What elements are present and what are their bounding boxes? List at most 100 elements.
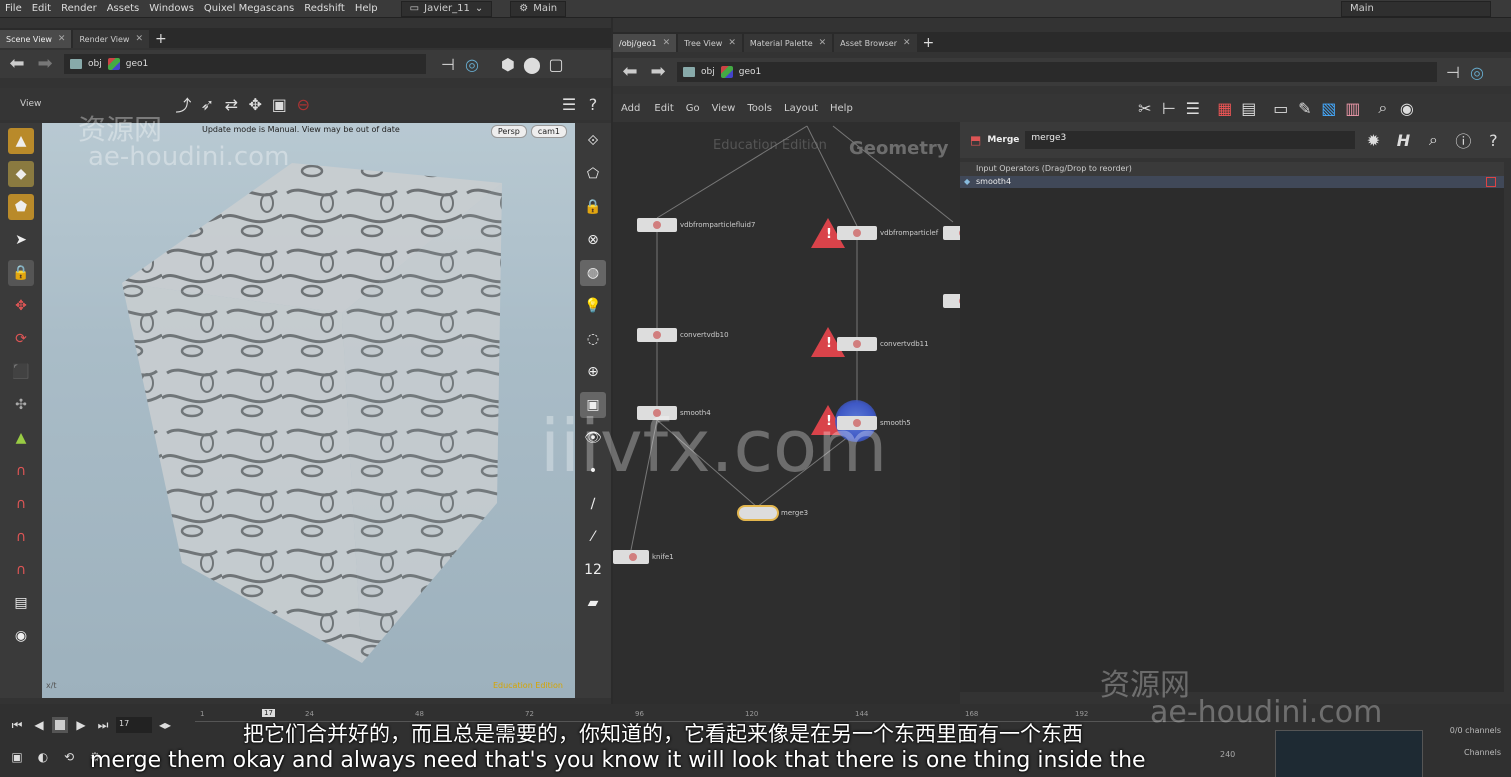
3d-viewport[interactable]: Update mode is Manual. View may be out o… bbox=[42, 123, 575, 698]
close-icon[interactable]: ✕ bbox=[728, 38, 736, 48]
grid-icon[interactable]: ⟐ bbox=[580, 128, 606, 154]
current-frame-marker[interactable]: 17 bbox=[262, 709, 275, 717]
wrench-icon[interactable]: ✂ bbox=[1133, 96, 1157, 120]
path-obj[interactable]: obj bbox=[88, 59, 102, 69]
step-back-icon[interactable]: ◀ bbox=[30, 716, 48, 734]
menu-help[interactable]: Help bbox=[350, 3, 383, 14]
net-menu-tools[interactable]: Tools bbox=[741, 103, 778, 114]
magnet-icon[interactable]: ∩ bbox=[8, 524, 34, 550]
pin-icon[interactable]: ⊣ bbox=[436, 52, 460, 76]
modify-tool-icon[interactable]: ◆ bbox=[8, 161, 34, 187]
right-path-field[interactable]: obj geo1 bbox=[677, 62, 1437, 82]
node-vdbfromparticlef[interactable] bbox=[837, 226, 877, 240]
move-tool-icon[interactable]: ✥ bbox=[8, 293, 34, 319]
list-icon[interactable]: ☰ bbox=[1181, 96, 1205, 120]
magnet-icon[interactable]: ∩ bbox=[8, 557, 34, 583]
path-obj[interactable]: obj bbox=[701, 67, 715, 77]
node-merge3[interactable] bbox=[737, 505, 779, 521]
close-icon[interactable]: ✕ bbox=[819, 38, 827, 48]
poly-tool-icon[interactable]: ⬟ bbox=[8, 194, 34, 220]
box-icon[interactable]: ▥ bbox=[1341, 96, 1365, 120]
remove-icon[interactable] bbox=[1486, 177, 1496, 187]
rotate-tool-icon[interactable]: ⟳ bbox=[8, 326, 34, 352]
last-frame-icon[interactable]: ⏭ bbox=[94, 716, 112, 734]
add-tab-icon[interactable]: + bbox=[923, 34, 935, 52]
gear-icon[interactable]: ✹ bbox=[1361, 128, 1385, 152]
loop-icon[interactable]: ⟲ bbox=[60, 748, 78, 766]
flipbook-icon[interactable]: ▰ bbox=[580, 590, 606, 616]
net-menu-help[interactable]: Help bbox=[824, 103, 859, 114]
display-options-icon[interactable]: ☰ bbox=[557, 92, 581, 116]
menu-assets[interactable]: Assets bbox=[102, 3, 145, 14]
node-knife1[interactable] bbox=[613, 550, 649, 564]
channels-label[interactable]: Channels bbox=[1450, 742, 1501, 764]
handle-tool-icon[interactable]: ✣ bbox=[8, 392, 34, 418]
tree-icon[interactable]: ⊢ bbox=[1157, 96, 1181, 120]
node-vdbfromparticlefluid7[interactable] bbox=[637, 218, 677, 232]
node-offscreen[interactable] bbox=[943, 226, 960, 240]
tab-obj-geo1[interactable]: /obj/geo1 ✕ bbox=[613, 34, 677, 52]
image-icon[interactable]: ▧ bbox=[1317, 96, 1341, 120]
eye-icon[interactable]: ◉ bbox=[1395, 96, 1419, 120]
houdini-help-icon[interactable]: H bbox=[1391, 128, 1415, 152]
left-path-field[interactable]: obj geo1 bbox=[64, 54, 426, 74]
link-icon[interactable]: ◎ bbox=[460, 52, 484, 76]
play-icon[interactable]: ▶ bbox=[72, 716, 90, 734]
path-geo[interactable]: geo1 bbox=[126, 59, 148, 69]
menu-windows[interactable]: Windows bbox=[144, 3, 199, 14]
end-frame[interactable]: 240 bbox=[1220, 750, 1235, 759]
dropper-icon[interactable]: ⁄ bbox=[580, 524, 606, 550]
layout-icon[interactable]: ▭ bbox=[1269, 96, 1293, 120]
menu-quixel[interactable]: Quixel Megascans bbox=[199, 3, 299, 14]
stop-icon[interactable] bbox=[52, 717, 68, 733]
disk-icon[interactable]: ◉ bbox=[8, 623, 34, 649]
ghost-icon[interactable]: ⊗ bbox=[580, 227, 606, 253]
close-icon[interactable]: ✕ bbox=[903, 38, 911, 48]
net-menu-edit[interactable]: Edit bbox=[648, 103, 679, 114]
realtime-icon[interactable]: ▣ bbox=[8, 748, 26, 766]
back-arrow-icon[interactable]: ⬅ bbox=[619, 63, 641, 81]
spreadsheet-icon[interactable]: ▤ bbox=[1237, 96, 1261, 120]
palette-icon[interactable]: ▦ bbox=[1213, 96, 1237, 120]
layers-icon[interactable]: ▤ bbox=[8, 590, 34, 616]
camera-icon[interactable]: ▣ bbox=[267, 92, 291, 116]
node-name-field[interactable]: merge3 bbox=[1025, 131, 1356, 149]
magnet-icon[interactable]: ∩ bbox=[8, 458, 34, 484]
create-tool-icon[interactable]: ▲ bbox=[8, 128, 34, 154]
select-icon[interactable]: ⤴ bbox=[171, 92, 195, 116]
back-arrow-icon[interactable]: ⬅ bbox=[6, 55, 28, 73]
help-icon[interactable]: ? bbox=[1481, 128, 1505, 152]
link-icon[interactable]: ◎ bbox=[1465, 60, 1489, 84]
search-icon[interactable]: ⌕ bbox=[1421, 128, 1445, 152]
forward-arrow-icon[interactable]: ➡ bbox=[34, 55, 56, 73]
menu-file[interactable]: File bbox=[0, 3, 27, 14]
search-icon[interactable]: ⌕ bbox=[1371, 96, 1395, 120]
left-desktop-selector[interactable]: ⚙ Main bbox=[510, 0, 567, 17]
pointer-icon[interactable]: ➶ bbox=[195, 92, 219, 116]
audio-icon[interactable]: ◐ bbox=[34, 748, 52, 766]
record-icon[interactable]: ⊖ bbox=[291, 92, 315, 116]
right-desktop-selector[interactable]: Main bbox=[1341, 0, 1491, 17]
help-icon[interactable]: ? bbox=[581, 92, 605, 116]
add-tab-icon[interactable]: + bbox=[155, 30, 167, 48]
first-frame-icon[interactable]: ⏮ bbox=[8, 716, 26, 734]
ortho-icon[interactable]: ⬠ bbox=[580, 161, 606, 187]
path-geo[interactable]: geo1 bbox=[739, 67, 761, 77]
display-icon[interactable]: ▢ bbox=[544, 52, 568, 76]
light-icon[interactable]: 💡 bbox=[580, 293, 606, 319]
notes-icon[interactable]: ✎ bbox=[1293, 96, 1317, 120]
pin-icon[interactable]: ⊣ bbox=[1441, 60, 1465, 84]
lock-icon[interactable]: 🔒 bbox=[8, 260, 34, 286]
node-convertvdb11[interactable] bbox=[837, 337, 877, 351]
frame-count-icon[interactable]: 12 bbox=[580, 557, 606, 583]
brush-icon[interactable]: ∕ bbox=[580, 491, 606, 517]
tab-material-palette[interactable]: Material Palette ✕ bbox=[743, 34, 833, 52]
lock-camera-icon[interactable]: 🔒 bbox=[580, 194, 606, 220]
net-menu-layout[interactable]: Layout bbox=[778, 103, 824, 114]
list-item[interactable]: ◆ smooth4 bbox=[960, 176, 1504, 188]
tab-tree-view[interactable]: Tree View ✕ bbox=[678, 34, 742, 52]
close-icon[interactable]: ✕ bbox=[135, 34, 143, 44]
tab-scene-view[interactable]: Scene View ✕ bbox=[0, 30, 72, 48]
magnet-icon[interactable]: ∩ bbox=[8, 491, 34, 517]
desktop-selector[interactable]: ▭ Javier_11 ⌄ bbox=[400, 0, 493, 17]
